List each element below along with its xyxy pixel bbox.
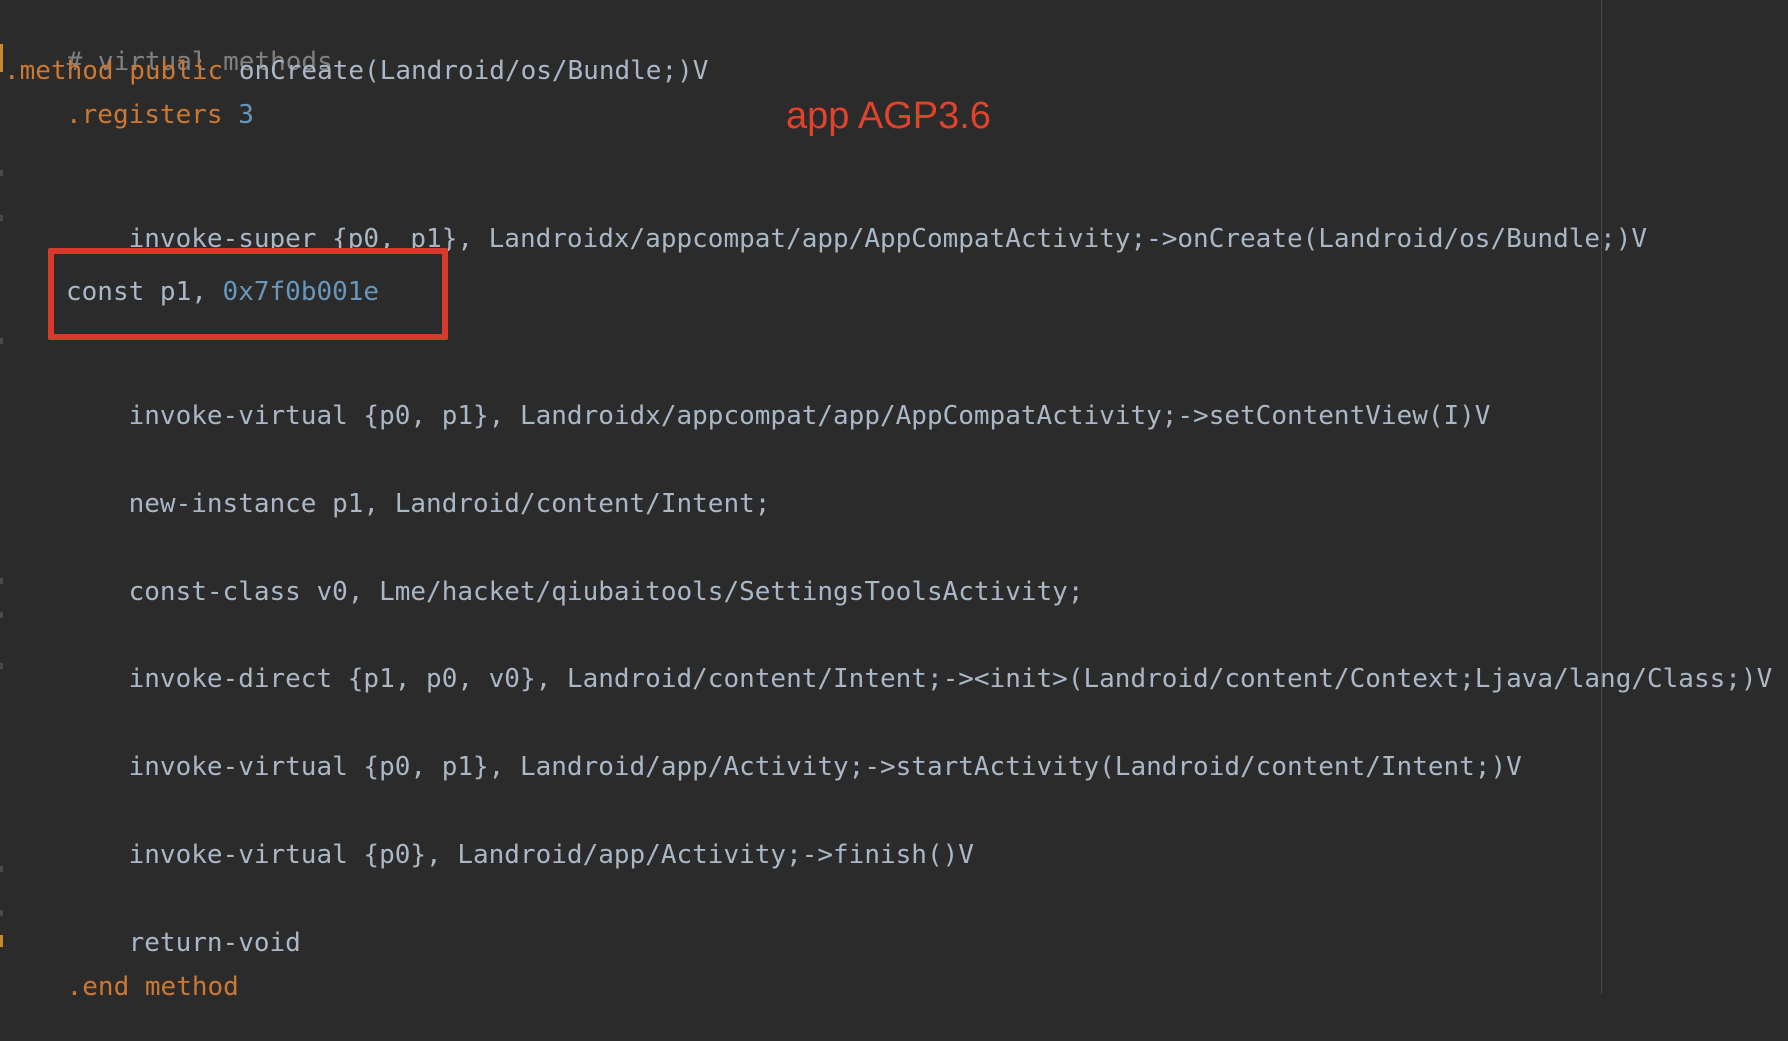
finish-text: invoke-virtual {p0}, Landroid/app/Activi…: [128, 840, 974, 870]
code-line-return-void: return-void: [66, 889, 301, 958]
end-method-keyword: .end method: [66, 972, 239, 1002]
code-line-comment: # virtual methods: [4, 8, 333, 77]
code-line-const-class: const-class v0, Lme/hacket/qiubaitools/S…: [66, 538, 1084, 607]
start-activity-text: invoke-virtual {p0, p1}, Landroid/app/Ac…: [128, 752, 1522, 782]
code-line-finish: invoke-virtual {p0}, Landroid/app/Activi…: [66, 801, 974, 870]
public-keyword: public: [129, 56, 224, 86]
code-line-start-activity: invoke-virtual {p0, p1}, Landroid/app/Ac…: [66, 713, 1522, 782]
new-instance-text: new-instance p1, Landroid/content/Intent…: [128, 489, 771, 519]
code-line-end-method: .end method: [4, 933, 239, 1002]
resource-id-value: 0x7f0b001e: [222, 277, 380, 307]
code-line-new-instance: new-instance p1, Landroid/content/Intent…: [66, 450, 771, 519]
annotation-label: app AGP3.6: [786, 95, 991, 137]
method-keyword: .method: [4, 56, 114, 86]
code-line-set-content-view: invoke-virtual {p0, p1}, Landroidx/appco…: [66, 362, 1491, 431]
invoke-direct-text: invoke-direct {p1, p0, v0}, Landroid/con…: [128, 664, 1773, 694]
code-line-invoke-direct: invoke-direct {p1, p0, v0}, Landroid/con…: [66, 625, 1773, 694]
set-content-view-text: invoke-virtual {p0, p1}, Landroidx/appco…: [128, 401, 1491, 431]
right-margin-guide: [1601, 0, 1602, 994]
gutter: [0, 0, 4, 994]
code-line-const: const p1, 0x7f0b001e: [66, 274, 379, 310]
code-editor[interactable]: # virtual methods .method public onCreat…: [0, 0, 1788, 1002]
code-line-registers: .registers 3: [66, 97, 254, 133]
registers-keyword: .registers: [66, 100, 223, 130]
code-line-invoke-super: invoke-super {p0, p1}, Landroidx/appcomp…: [66, 185, 1647, 254]
end-fold-marker: [0, 935, 3, 947]
const-text: const p1,: [66, 277, 223, 307]
method-fold-marker: [0, 44, 3, 72]
code-line-method-declaration: .method public onCreate(Landroid/os/Bund…: [4, 53, 708, 89]
const-class-text: const-class v0, Lme/hacket/qiubaitools/S…: [128, 577, 1084, 607]
registers-value: 3: [238, 100, 254, 130]
method-signature: onCreate(Landroid/os/Bundle;)V: [238, 56, 709, 86]
